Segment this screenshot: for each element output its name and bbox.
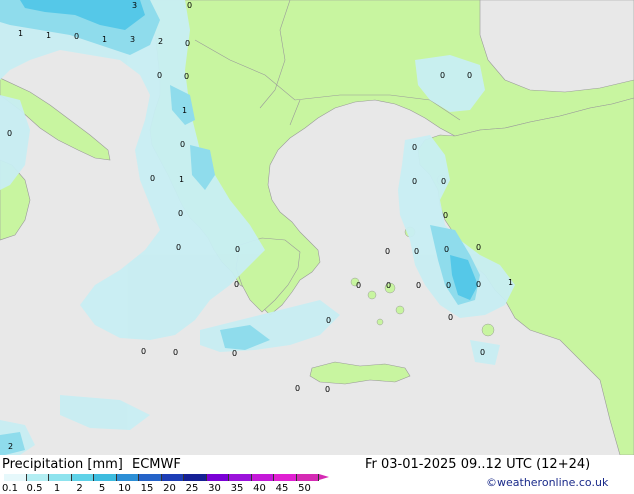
scale-swatch — [139, 474, 162, 481]
precip-label: 0 — [386, 281, 391, 290]
precip-label: 2 — [8, 442, 13, 451]
scale-swatch — [116, 474, 139, 481]
scale-swatch — [71, 474, 94, 481]
precip-label: 0 — [412, 143, 417, 152]
scale-swatch — [94, 474, 117, 481]
valid-time: Fr 03-01-2025 09..12 UTC (12+24) — [365, 457, 591, 472]
scale-tick-label: 1 — [53, 483, 61, 494]
scale-tick-label: 10 — [118, 483, 131, 494]
precip-label: 0 — [412, 177, 417, 186]
precip-label: 0 — [234, 280, 239, 289]
precip-label: 3 — [130, 35, 135, 44]
scale-tick-label: 0.5 — [26, 483, 43, 494]
scale-tick-label: 45 — [275, 483, 289, 494]
scale-swatch — [229, 474, 252, 481]
scale-swatch — [49, 474, 72, 481]
precip-label: 0 — [180, 140, 185, 149]
island — [481, 323, 495, 337]
scale-tick-label: 5 — [98, 483, 106, 494]
precip-label: 0 — [176, 243, 181, 252]
legend-footer: Precipitation [mm] ECMWF Fr 03-01-2025 0… — [0, 455, 634, 494]
precip-label: 0 — [235, 245, 240, 254]
scale-swatch — [161, 474, 184, 481]
precip-label: 0 — [184, 72, 189, 81]
precip-label: 0 — [444, 245, 449, 254]
precip-label: 1 — [18, 29, 23, 38]
scale-tick-label: 35 — [230, 483, 244, 494]
precip-label: 0 — [150, 174, 155, 183]
map-canvas: 3 0 1 1 0 1 3 2 0 0 0 1 0 0 1 0 0 0 0 0 … — [0, 0, 634, 455]
scale-swatch — [26, 474, 49, 481]
scale-tick-label: 50 — [298, 483, 311, 494]
precip-label: 0 — [446, 281, 451, 290]
scale-swatch — [251, 474, 274, 481]
precip-label: 0 — [356, 281, 361, 290]
precip-label: 0 — [448, 313, 453, 322]
scale-tick-label: 0.1 — [2, 483, 18, 494]
credit-link[interactable]: ©weatheronline.co.uk — [486, 476, 608, 489]
model-name: ECMWF — [132, 457, 181, 472]
precip-label: 0 — [441, 177, 446, 186]
precip-label: 0 — [185, 39, 190, 48]
precip-label: 0 — [173, 348, 178, 357]
precip-label: 0 — [187, 1, 192, 10]
precip-label: 0 — [476, 280, 481, 289]
precip-label: 0 — [295, 384, 300, 393]
scale-swatch — [4, 474, 27, 481]
scale-tick-label: 2 — [76, 483, 83, 494]
precip-label: 1 — [179, 175, 184, 184]
precip-label: 0 — [416, 281, 421, 290]
precip-label: 1 — [508, 278, 513, 287]
precip-label: 0 — [232, 349, 237, 358]
precip-label: 0 — [467, 71, 472, 80]
precip-label: 0 — [414, 247, 419, 256]
precip-label: 3 — [132, 1, 137, 10]
precip-label: 1 — [182, 106, 187, 115]
precip-label: 0 — [178, 209, 183, 218]
scale-swatch — [296, 474, 319, 481]
scale-tick-label: 20 — [163, 483, 176, 494]
precip-label: 1 — [102, 35, 107, 44]
island — [395, 305, 405, 315]
precipitation-map: 3 0 1 1 0 1 3 2 0 0 0 1 0 0 1 0 0 0 0 0 … — [0, 0, 634, 455]
scale-swatch — [206, 474, 229, 481]
scale-tick-label: 25 — [185, 483, 199, 494]
precip-label: 0 — [476, 243, 481, 252]
precip-label: 0 — [480, 348, 485, 357]
scale-tick-label: 15 — [140, 483, 154, 494]
sea-black — [479, 0, 634, 93]
precip-label: 1 — [46, 31, 51, 40]
island — [367, 290, 377, 300]
scale-tick-label: 40 — [253, 483, 266, 494]
precip-label: 0 — [443, 211, 448, 220]
precip-label: 0 — [74, 32, 79, 41]
island — [376, 318, 384, 326]
precip-label: 0 — [325, 385, 330, 394]
precip-label: 2 — [158, 37, 163, 46]
scale-swatch — [274, 474, 297, 481]
precip-label: 0 — [326, 316, 331, 325]
scale-swatch — [184, 474, 207, 481]
scale-arrow-tip — [319, 474, 329, 480]
scale-tick-label: 30 — [208, 483, 221, 494]
precip-label: 0 — [141, 347, 146, 356]
precip-label: 0 — [157, 71, 162, 80]
legend-title: Precipitation [mm] — [2, 457, 123, 472]
precip-label: 0 — [385, 247, 390, 256]
precip-label: 0 — [7, 129, 12, 138]
precip-label: 0 — [440, 71, 445, 80]
